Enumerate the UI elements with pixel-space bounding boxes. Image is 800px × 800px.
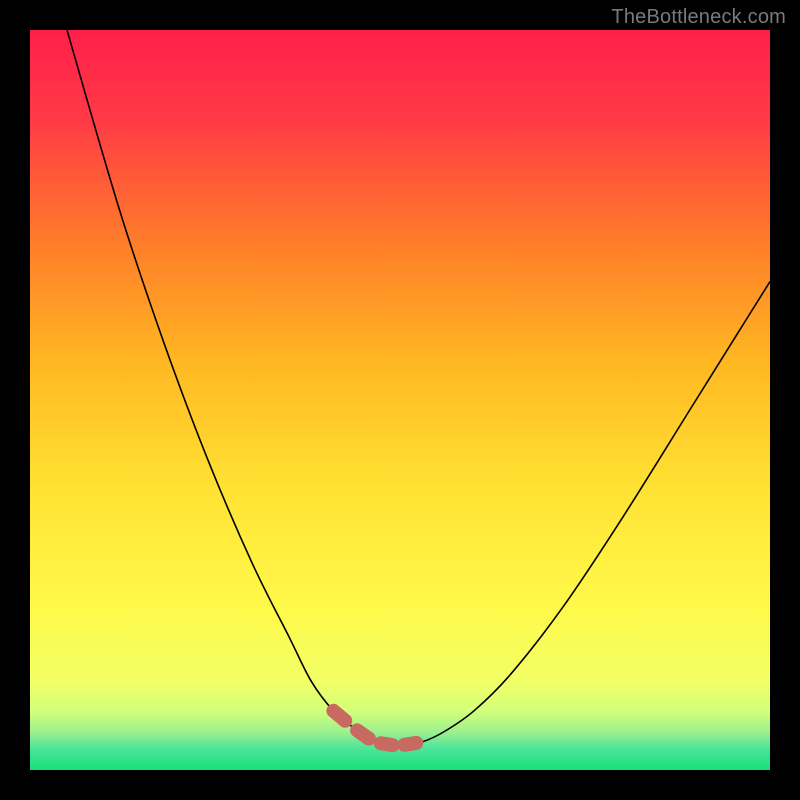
dash-svg	[30, 30, 770, 770]
dash-segment	[404, 743, 416, 745]
dash-segment	[357, 730, 369, 738]
dash-segment	[381, 743, 393, 745]
plot-area	[30, 30, 770, 770]
chart-frame: TheBottleneck.com	[0, 0, 800, 800]
dash-segment	[333, 711, 345, 721]
watermark-text: TheBottleneck.com	[611, 6, 786, 29]
optimal-dash	[333, 711, 416, 745]
